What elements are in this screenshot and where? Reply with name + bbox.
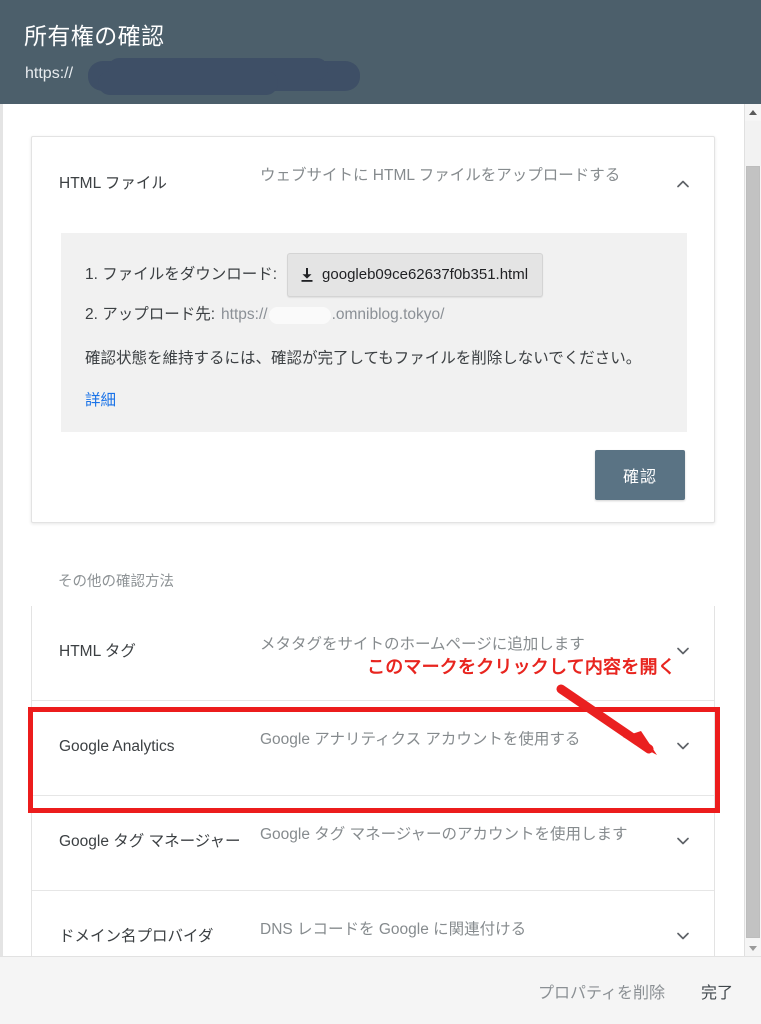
html-file-card-title: HTML ファイル xyxy=(59,175,167,192)
dialog-header: 所有権の確認 https:// xyxy=(0,0,761,104)
triangle-up-icon xyxy=(749,109,757,115)
method-row-google-tag-manager[interactable]: Google タグ マネージャー Google タグ マネージャーのアカウントを… xyxy=(32,796,714,891)
scroll-down-button[interactable] xyxy=(745,939,761,956)
url-redaction-mark xyxy=(88,58,360,95)
dialog-footer: プロパティを削除 完了 xyxy=(0,956,761,1024)
download-file-button[interactable]: googleb09ce62637f0b351.html xyxy=(287,253,544,297)
annotation-text: このマークをクリックして内容を開く xyxy=(367,657,676,677)
upload-url-suffix: .omniblog.tokyo/ xyxy=(331,306,445,323)
instructions-box: 1. ファイルをダウンロード: googleb09ce62637f0b351.h… xyxy=(61,233,687,432)
verification-dialog: 所有権の確認 https:// HTML ファイル ウェブサイトに HTML フ… xyxy=(0,0,761,1024)
page-title: 所有権の確認 xyxy=(24,23,165,49)
upload-url-prefix: https:// xyxy=(221,306,268,323)
delete-property-button[interactable]: プロパティを削除 xyxy=(528,971,675,1011)
method-title: ドメイン名プロバイダ xyxy=(59,928,214,945)
scrollbar-track-top[interactable] xyxy=(745,121,761,166)
method-description: Google タグ マネージャーのアカウントを使用します xyxy=(260,826,628,843)
vertical-scrollbar[interactable] xyxy=(744,104,761,956)
upload-step: 2. アップロード先: https:// .omniblog.tokyo/ xyxy=(85,303,663,327)
chevron-down-icon[interactable] xyxy=(674,832,692,850)
download-filename: googleb09ce62637f0b351.html xyxy=(322,266,529,283)
site-url: https:// xyxy=(25,65,74,82)
download-step: 1. ファイルをダウンロード: googleb09ce62637f0b351.h… xyxy=(85,253,663,297)
html-file-card: HTML ファイル ウェブサイトに HTML ファイルをアップロードする 1. … xyxy=(31,136,715,523)
upload-step-label: 2. アップロード先: xyxy=(85,306,216,323)
chevron-down-icon[interactable] xyxy=(674,737,692,755)
method-title: Google タグ マネージャー xyxy=(59,833,241,850)
method-row-html-tag[interactable]: HTML タグ メタタグをサイトのホームページに追加します xyxy=(32,606,714,701)
chevron-up-icon[interactable] xyxy=(674,175,692,193)
html-file-card-header[interactable]: HTML ファイル ウェブサイトに HTML ファイルをアップロードする xyxy=(32,137,714,233)
method-description: DNS レコードを Google に関連付ける xyxy=(260,921,527,938)
download-step-label: 1. ファイルをダウンロード: xyxy=(85,266,278,283)
done-button[interactable]: 完了 xyxy=(691,971,743,1011)
method-title: Google Analytics xyxy=(59,738,175,755)
method-row-google-analytics[interactable]: Google Analytics Google アナリティクス アカウントを使用… xyxy=(32,701,714,796)
confirm-button[interactable]: 確認 xyxy=(594,450,685,500)
details-link[interactable]: 詳細 xyxy=(85,388,116,410)
scrollbar-thumb[interactable] xyxy=(746,166,760,938)
chevron-down-icon[interactable] xyxy=(674,642,692,660)
chevron-down-icon[interactable] xyxy=(674,927,692,945)
download-icon xyxy=(300,267,314,283)
scroll-up-button[interactable] xyxy=(745,104,761,121)
dialog-body: HTML ファイル ウェブサイトに HTML ファイルをアップロードする 1. … xyxy=(0,104,761,986)
triangle-down-icon xyxy=(749,945,757,951)
html-file-card-description: ウェブサイトに HTML ファイルをアップロードする xyxy=(260,167,621,184)
upload-url-redaction-mark xyxy=(268,306,331,324)
retention-note: 確認状態を維持するには、確認が完了してもファイルを削除しないでください。 xyxy=(85,350,642,367)
method-description: Google アナリティクス アカウントを使用する xyxy=(260,731,581,748)
method-title: HTML タグ xyxy=(59,643,136,660)
other-methods-label: その他の確認方法 xyxy=(58,574,174,590)
card-actions: 確認 xyxy=(32,432,714,522)
